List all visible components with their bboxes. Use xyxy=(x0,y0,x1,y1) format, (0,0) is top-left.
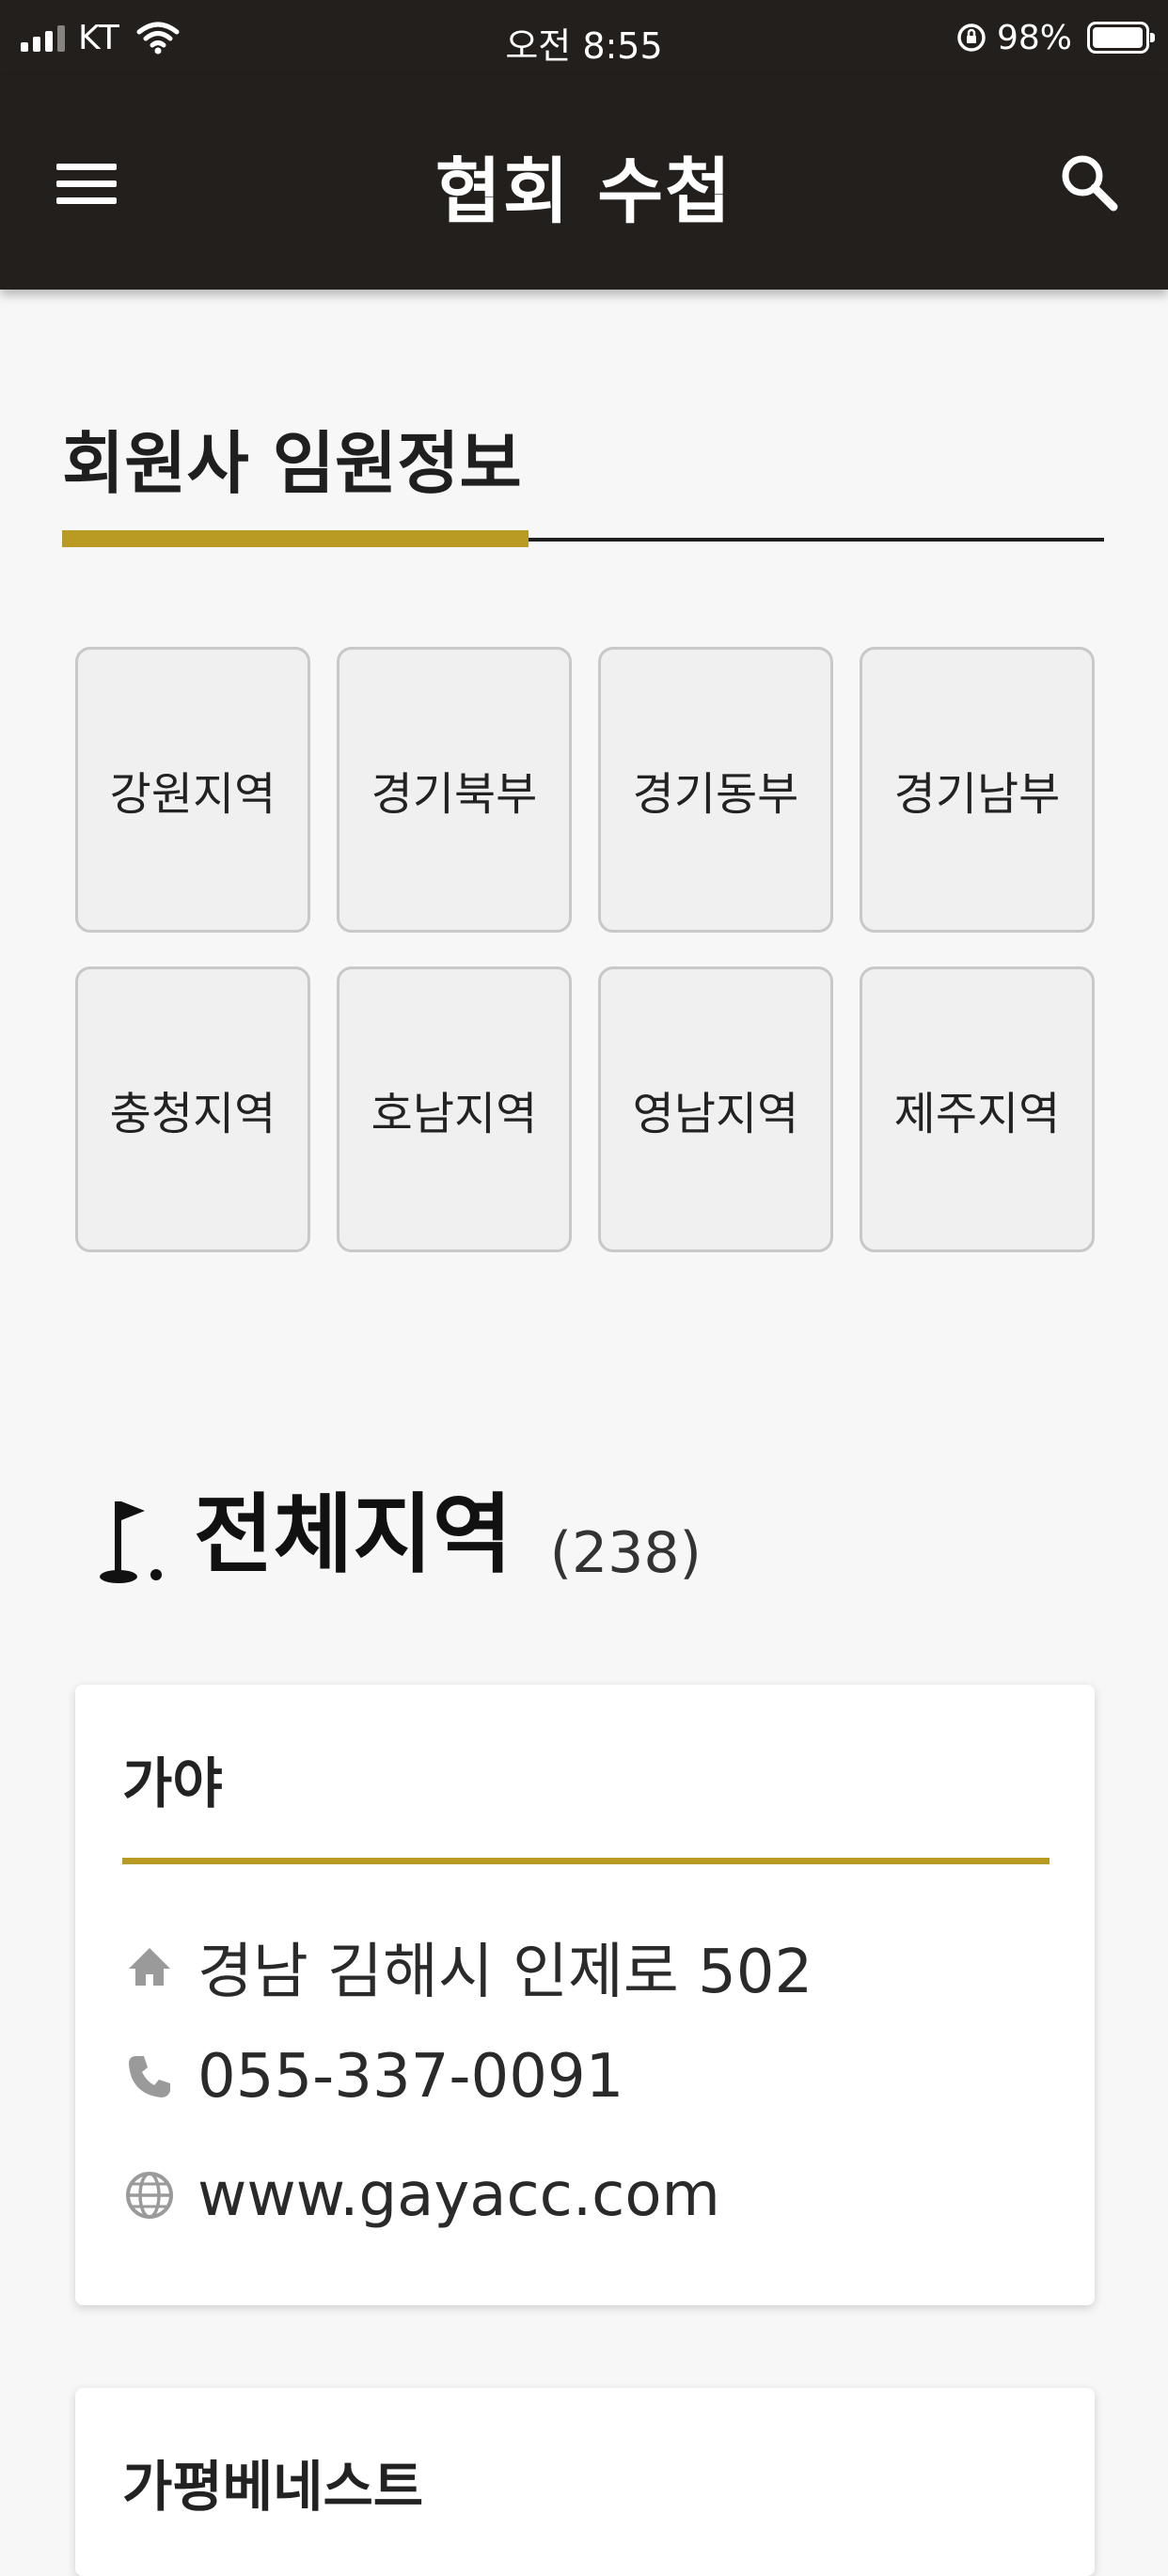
region-button-gyeonggi-east[interactable]: 경기동부 xyxy=(598,647,833,933)
club-address-row: 경남 김해시 인제로 502 xyxy=(122,1924,813,2010)
region-button-chungcheong[interactable]: 충청지역 xyxy=(75,966,310,1252)
title-underline xyxy=(62,530,1104,547)
golf-flag-icon xyxy=(100,1501,162,1583)
status-right: 98% xyxy=(955,17,1155,58)
app-header: 협회 수첩 xyxy=(0,77,1168,290)
selected-region-name: 전체지역 xyxy=(194,1484,513,1585)
club-website-row[interactable]: www.gayacc.com xyxy=(122,2160,720,2230)
search-button[interactable] xyxy=(1051,145,1127,220)
card-divider xyxy=(122,1858,1050,1864)
club-card[interactable]: 가평베네스트 xyxy=(75,2388,1095,2576)
battery-icon xyxy=(1087,22,1155,54)
region-grid: 강원지역 경기북부 경기동부 경기남부 충청지역 호남지역 영남지역 제주지역 xyxy=(75,647,1095,1252)
page-title: 협회 수첩 xyxy=(434,149,734,233)
region-button-jeju[interactable]: 제주지역 xyxy=(860,966,1095,1252)
globe-icon xyxy=(122,2168,177,2223)
region-button-honam[interactable]: 호남지역 xyxy=(337,966,572,1252)
club-website: www.gayacc.com xyxy=(197,2160,720,2230)
region-button-gyeonggi-south[interactable]: 경기남부 xyxy=(860,647,1095,933)
region-button-gangwon[interactable]: 강원지역 xyxy=(75,647,310,933)
club-name: 가평베네스트 xyxy=(122,2455,424,2519)
club-card[interactable]: 가야 경남 김해시 인제로 502 055-337-0091 www.gayac… xyxy=(75,1685,1095,2305)
selected-region-count: (238) xyxy=(549,1520,702,1586)
region-heading: 전체지역 (238) xyxy=(90,1465,702,1590)
region-button-gyeonggi-north[interactable]: 경기북부 xyxy=(337,647,572,933)
battery-percent: 98% xyxy=(996,18,1072,57)
rotation-lock-icon xyxy=(957,24,986,52)
search-icon xyxy=(1062,155,1118,212)
club-phone: 055-337-0091 xyxy=(197,2042,624,2112)
phone-icon xyxy=(122,2050,177,2104)
club-name: 가야 xyxy=(122,1751,223,1815)
home-icon xyxy=(122,1940,177,1994)
status-bar: KT 오전 8:55 98% xyxy=(0,0,1168,77)
title-underline-accent xyxy=(62,530,529,547)
club-phone-row[interactable]: 055-337-0091 xyxy=(122,2042,623,2112)
club-address: 경남 김해시 인제로 502 xyxy=(197,1938,813,2007)
region-button-yeongnam[interactable]: 영남지역 xyxy=(598,966,833,1252)
section-title: 회원사 임원정보 xyxy=(62,424,522,503)
